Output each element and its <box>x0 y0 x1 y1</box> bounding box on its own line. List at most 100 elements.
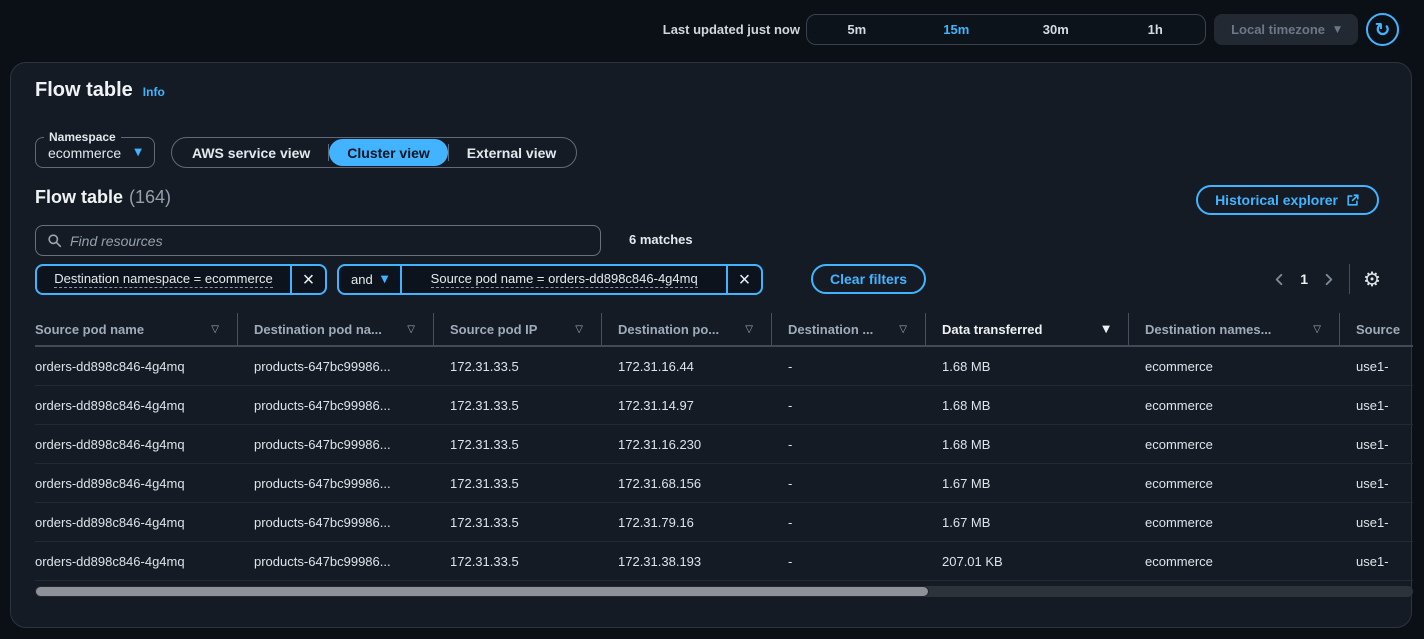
filter-token-destination-namespace: Destination namespace = ecommerce × <box>35 264 327 295</box>
chevron-down-icon: ▼ <box>134 147 142 158</box>
previous-page-button[interactable] <box>1272 272 1287 287</box>
table-body: orders-dd898c846-4g4mqproducts-647bc9998… <box>35 347 1413 581</box>
time-range-5m[interactable]: 5m <box>807 15 907 44</box>
sort-icon: ▽ <box>399 324 415 335</box>
horizontal-scrollbar-thumb[interactable] <box>35 586 929 597</box>
cell-source: use1- <box>1340 347 1413 385</box>
column-header-label: Data transferred <box>942 322 1042 337</box>
table-header-row: Source pod name▽ Destination pod na... ▽ So… <box>35 313 1413 347</box>
table-row[interactable]: orders-dd898c846-4g4mqproducts-647bc9998… <box>35 347 1413 386</box>
cell-source-pod-ip: 172.31.33.5 <box>434 347 602 385</box>
column-header-destination-names[interactable]: Destination names...▽ <box>1129 313 1340 345</box>
cell-destination-pod-na: products-647bc99986... <box>238 347 434 385</box>
cell-data-transferred: 1.68 MB <box>926 347 1129 385</box>
table-row[interactable]: orders-dd898c846-4g4mqproducts-647bc9998… <box>35 386 1413 425</box>
time-range-selector[interactable]: 5m15m30m1h <box>806 14 1206 45</box>
filter-operator-dropdown[interactable]: and ▼ <box>339 272 400 287</box>
column-header-data-transferred[interactable]: Data transferred▼ <box>926 313 1129 345</box>
column-header-destination[interactable]: Destination ...▽ <box>772 313 926 345</box>
time-range-1h[interactable]: 1h <box>1106 15 1206 44</box>
clear-filters-button[interactable]: Clear filters <box>811 264 926 294</box>
remove-filter-icon[interactable]: × <box>292 266 325 293</box>
cell-destination-names: ecommerce <box>1129 542 1340 580</box>
cell-source: use1- <box>1340 503 1413 541</box>
cell-source: use1- <box>1340 464 1413 502</box>
view-tab-aws-service-view[interactable]: AWS service view <box>174 139 328 166</box>
filter-token-label[interactable]: Source pod name = orders-dd898c846-4g4mq <box>402 271 726 288</box>
cell-source: use1- <box>1340 386 1413 424</box>
column-header-source[interactable]: Source▽ <box>1340 313 1413 345</box>
cell-destination-names: ecommerce <box>1129 425 1340 463</box>
cell-destination-names: ecommerce <box>1129 347 1340 385</box>
table-section-title-text: Flow table <box>35 187 123 207</box>
historical-explorer-button[interactable]: Historical explorer <box>1196 185 1379 215</box>
view-tab-cluster-view[interactable]: Cluster view <box>329 139 447 166</box>
column-header-destination-po[interactable]: Destination po...▽ <box>602 313 772 345</box>
horizontal-scrollbar-track[interactable] <box>35 586 1413 597</box>
table-row[interactable]: orders-dd898c846-4g4mqproducts-647bc9998… <box>35 503 1413 542</box>
namespace-select[interactable]: Namespace ecommerce ▼ <box>35 137 155 168</box>
column-header-source-pod-ip[interactable]: Source pod IP▽ <box>434 313 602 345</box>
chevron-left-icon <box>1272 272 1287 287</box>
cell-source-pod-ip: 172.31.33.5 <box>434 464 602 502</box>
cell-destination-pod-na: products-647bc99986... <box>238 386 434 424</box>
table-row[interactable]: orders-dd898c846-4g4mqproducts-647bc9998… <box>35 542 1413 581</box>
panel-title: Flow table Info <box>35 79 165 102</box>
search-input[interactable] <box>70 233 600 249</box>
column-header-label: Source <box>1356 322 1400 337</box>
cell-data-transferred: 207.01 KB <box>926 542 1129 580</box>
table-row[interactable]: orders-dd898c846-4g4mqproducts-647bc9998… <box>35 464 1413 503</box>
cell-destination-po: 172.31.79.16 <box>602 503 772 541</box>
column-header-source-pod-name[interactable]: Source pod name▽ <box>35 313 238 345</box>
column-header-label: Destination po... <box>618 322 719 337</box>
page-number[interactable]: 1 <box>1300 271 1308 287</box>
cell-source-pod-ip: 172.31.33.5 <box>434 503 602 541</box>
cell-destination-pod-na: products-647bc99986... <box>238 464 434 502</box>
cell-destination-pod-na: products-647bc99986... <box>238 542 434 580</box>
flow-table: Source pod name▽ Destination pod na... ▽ So… <box>35 313 1413 582</box>
column-header-label: Destination pod na... <box>254 322 382 337</box>
cell-source-pod-name: orders-dd898c846-4g4mq <box>35 542 238 580</box>
cell-destination-po: 172.31.16.44 <box>602 347 772 385</box>
column-header-label: Destination ... <box>788 322 873 337</box>
cell-destination-po: 172.31.16.230 <box>602 425 772 463</box>
cell-data-transferred: 1.68 MB <box>926 386 1129 424</box>
time-range-30m[interactable]: 30m <box>1006 15 1106 44</box>
cell-destination-pod-na: products-647bc99986... <box>238 425 434 463</box>
filter-token-source-pod-name: and ▼ Source pod name = orders-dd898c846… <box>337 264 763 295</box>
column-header-destination-pod-na[interactable]: Destination pod na... ▽ <box>238 313 434 345</box>
external-link-icon <box>1346 193 1360 207</box>
historical-explorer-label: Historical explorer <box>1215 192 1338 208</box>
info-link[interactable]: Info <box>143 85 165 99</box>
sort-icon: ▽ <box>203 324 219 335</box>
time-range-15m[interactable]: 15m <box>907 15 1007 44</box>
refresh-icon: ↻ <box>1375 19 1391 41</box>
filter-token-label[interactable]: Destination namespace = ecommerce <box>37 271 290 288</box>
cell-destination-po: 172.31.38.193 <box>602 542 772 580</box>
cell-source-pod-ip: 172.31.33.5 <box>434 542 602 580</box>
cell-destination: - <box>772 464 926 502</box>
cell-source-pod-name: orders-dd898c846-4g4mq <box>35 503 238 541</box>
namespace-label: Namespace <box>44 130 121 144</box>
cell-destination: - <box>772 503 926 541</box>
cell-source: use1- <box>1340 425 1413 463</box>
sort-icon: ▽ <box>1305 324 1321 335</box>
column-header-label: Source pod IP <box>450 322 537 337</box>
remove-filter-icon[interactable]: × <box>728 266 761 293</box>
table-row[interactable]: orders-dd898c846-4g4mqproducts-647bc9998… <box>35 425 1413 464</box>
next-page-button[interactable] <box>1321 272 1336 287</box>
table-count: (164) <box>129 187 171 207</box>
cell-destination-names: ecommerce <box>1129 503 1340 541</box>
cell-source: use1- <box>1340 542 1413 580</box>
view-tab-external-view[interactable]: External view <box>449 139 575 166</box>
gear-icon[interactable]: ⚙ <box>1363 269 1381 289</box>
timezone-dropdown[interactable]: Local timezone ▼ <box>1214 14 1358 45</box>
refresh-button[interactable]: ↻ <box>1366 13 1399 46</box>
search-box <box>35 225 601 256</box>
cell-destination: - <box>772 347 926 385</box>
cell-destination-pod-na: products-647bc99986... <box>238 503 434 541</box>
cell-destination-names: ecommerce <box>1129 386 1340 424</box>
chevron-right-icon <box>1321 272 1336 287</box>
filter-operator-label: and <box>351 272 373 287</box>
cell-destination-po: 172.31.68.156 <box>602 464 772 502</box>
